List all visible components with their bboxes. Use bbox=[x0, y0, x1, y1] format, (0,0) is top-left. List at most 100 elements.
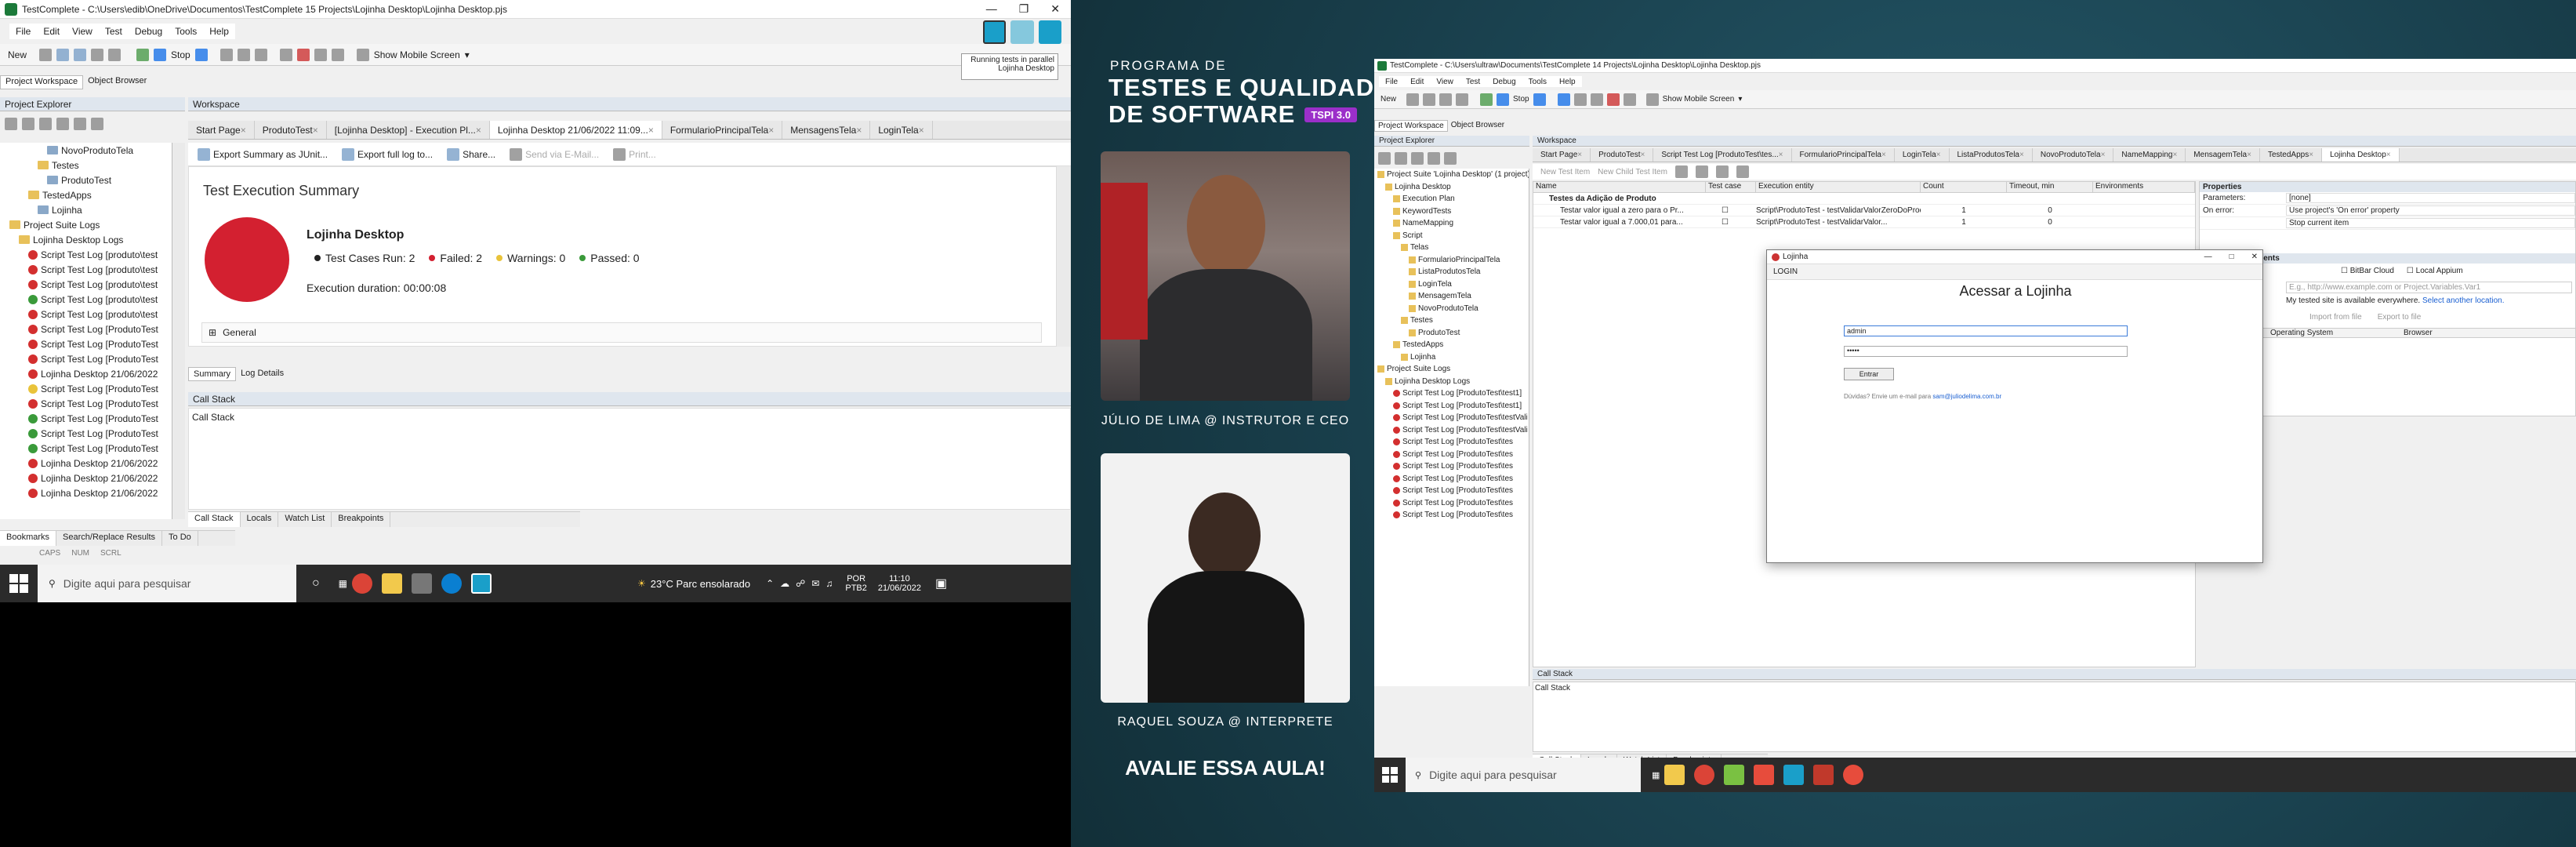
parallel-icon[interactable] bbox=[983, 20, 1007, 44]
tree-item[interactable]: Script Test Log [ProdutoTest bbox=[0, 396, 172, 411]
property-value[interactable]: Use project's 'On error' property bbox=[2286, 205, 2575, 216]
tree-item[interactable]: TestedApps bbox=[0, 187, 172, 202]
document-tab[interactable]: NovoProdutoTela × bbox=[2033, 148, 2114, 162]
tree-item[interactable]: Script Test Log [ProdutoTest\test1] bbox=[1374, 400, 1529, 413]
tree-item[interactable]: LoginTela bbox=[1374, 278, 1529, 291]
tree-item[interactable]: Lojinha Desktop 21/06/2022 bbox=[0, 366, 172, 381]
document-tab[interactable]: NameMapping × bbox=[2113, 148, 2186, 162]
stop-button[interactable]: Stop bbox=[1513, 95, 1529, 104]
document-tab[interactable]: MensagensTela × bbox=[782, 121, 871, 139]
close-tab-icon[interactable]: × bbox=[1779, 151, 1783, 159]
pause-icon[interactable] bbox=[220, 48, 233, 61]
tree-item[interactable]: TestedApps bbox=[1374, 339, 1529, 351]
tree-item[interactable]: Project Suite Logs bbox=[0, 217, 172, 232]
chrome-icon[interactable] bbox=[1694, 765, 1715, 785]
menu-item-tools[interactable]: Tools bbox=[169, 26, 203, 37]
grid-column-header[interactable]: Count bbox=[1921, 182, 2007, 192]
tree-item[interactable]: Script Test Log [produto\test bbox=[0, 307, 172, 322]
tree-item[interactable]: Lojinha Desktop 21/06/2022 bbox=[0, 485, 172, 500]
menu-item-file[interactable]: File bbox=[1379, 78, 1404, 86]
grid-column-header[interactable]: Environments bbox=[2093, 182, 2195, 192]
language[interactable]: POR PTB2 bbox=[845, 574, 867, 593]
menu-item-file[interactable]: File bbox=[9, 26, 37, 37]
tree-item[interactable]: Lojinha Desktop 21/06/2022 bbox=[0, 471, 172, 485]
up-icon[interactable] bbox=[56, 118, 69, 130]
document-tab[interactable]: Lojinha Desktop × bbox=[2322, 148, 2400, 162]
step-icon[interactable] bbox=[237, 48, 250, 61]
close-tab-icon[interactable]: × bbox=[2247, 151, 2251, 159]
close-tab-icon[interactable]: × bbox=[919, 125, 924, 136]
tree-scrollbar[interactable] bbox=[172, 143, 185, 519]
move-down-icon[interactable] bbox=[1695, 165, 1708, 178]
menu-item-edit[interactable]: Edit bbox=[37, 26, 66, 37]
up-icon[interactable] bbox=[1428, 152, 1440, 165]
calc-icon[interactable] bbox=[1590, 93, 1603, 106]
record-icon[interactable] bbox=[1533, 93, 1546, 106]
explorer-icon[interactable] bbox=[382, 573, 403, 594]
app-icon[interactable] bbox=[1754, 765, 1775, 785]
document-tab[interactable]: [Lojinha Desktop] - Execution Pl... × bbox=[327, 121, 490, 139]
chrome-icon[interactable] bbox=[352, 573, 373, 594]
add-icon[interactable] bbox=[5, 118, 17, 130]
tree-item[interactable]: Script Test Log [ProdutoTest bbox=[0, 441, 172, 456]
tree-item[interactable]: Lojinha Desktop Logs bbox=[0, 232, 172, 247]
tree-item[interactable]: Script Test Log [ProdutoTest\tes bbox=[1374, 436, 1529, 449]
edge-icon[interactable] bbox=[441, 573, 463, 594]
app-icon[interactable] bbox=[1813, 765, 1834, 785]
tree-item[interactable]: Script Test Log [ProdutoTest\testVali bbox=[1374, 412, 1529, 424]
maximize-icon[interactable]: ❐ bbox=[1019, 2, 1029, 16]
tab-object-browser[interactable]: Object Browser bbox=[83, 75, 151, 89]
share-button[interactable]: Share... bbox=[447, 147, 495, 161]
close-tab-icon[interactable]: × bbox=[1640, 151, 1645, 159]
document-tab[interactable]: FormularioPrincipalTela × bbox=[1792, 148, 1895, 162]
grid-row[interactable]: Testar valor igual a 7.000,01 para... ☐ Sc… bbox=[1533, 216, 2195, 228]
login-button[interactable]: Entrar bbox=[1844, 368, 1894, 380]
grid-column-header[interactable]: Test case bbox=[1706, 182, 1756, 192]
document-tab[interactable]: ProdutoTest × bbox=[255, 121, 327, 139]
tree-item[interactable]: ProdutoTest bbox=[0, 173, 172, 187]
tree-item[interactable]: MensagemTela bbox=[1374, 290, 1529, 303]
record-icon[interactable] bbox=[194, 48, 208, 61]
tree-item[interactable]: Script bbox=[1374, 230, 1529, 242]
save-icon[interactable] bbox=[56, 48, 70, 61]
menu-item-tools[interactable]: Tools bbox=[1522, 78, 1553, 86]
bug-icon[interactable] bbox=[1606, 93, 1620, 106]
app-icon[interactable] bbox=[1724, 765, 1745, 785]
add-icon[interactable] bbox=[1378, 152, 1391, 165]
stop-icon[interactable] bbox=[1497, 93, 1510, 106]
menu-item-debug[interactable]: Debug bbox=[1486, 78, 1522, 86]
tree-item[interactable]: Script Test Log [ProdutoTest bbox=[0, 351, 172, 366]
document-tab[interactable]: Lojinha Desktop 21/06/2022 11:09... × bbox=[489, 121, 662, 139]
app-icon[interactable] bbox=[412, 573, 433, 594]
notification-icon[interactable]: ▣ bbox=[935, 576, 947, 591]
username-input[interactable]: admin bbox=[1844, 325, 2128, 336]
close-tab-icon[interactable]: × bbox=[1881, 151, 1886, 159]
step-icon[interactable] bbox=[1573, 93, 1587, 106]
show-mobile-button[interactable]: Show Mobile Screen bbox=[1663, 95, 1735, 104]
windows-start-icon[interactable] bbox=[1382, 767, 1398, 783]
tree-item[interactable]: Testes bbox=[1374, 314, 1529, 327]
summary-scrollbar[interactable] bbox=[1057, 166, 1071, 347]
object-icon[interactable] bbox=[331, 48, 344, 61]
import-button[interactable]: Import from file bbox=[2309, 313, 2362, 322]
print-button[interactable]: Print... bbox=[613, 147, 656, 161]
open-icon[interactable] bbox=[39, 48, 53, 61]
test-case-checkbox[interactable]: ☐ bbox=[1706, 206, 1756, 215]
delete-icon[interactable] bbox=[39, 118, 52, 130]
property-value[interactable]: Stop current item bbox=[2286, 218, 2575, 228]
minimize-icon[interactable]: — bbox=[2204, 253, 2212, 261]
open-icon[interactable] bbox=[1406, 93, 1420, 106]
menu-item-help[interactable]: Help bbox=[1553, 78, 1582, 86]
mobile-icon[interactable] bbox=[1645, 93, 1659, 106]
menu-item-help[interactable]: Help bbox=[203, 26, 235, 37]
lojinha-icon[interactable] bbox=[1843, 765, 1864, 785]
tree-item[interactable]: Script Test Log [produto\test bbox=[0, 247, 172, 262]
close-icon[interactable]: ✕ bbox=[2251, 253, 2258, 261]
tree-item[interactable]: Lojinha Desktop 21/06/2022 bbox=[0, 456, 172, 471]
tab-log-details[interactable]: Log Details bbox=[236, 367, 288, 381]
send-email-button[interactable]: Send via E-Mail... bbox=[510, 147, 599, 161]
test-case-checkbox[interactable]: ☐ bbox=[1706, 218, 1756, 227]
minimize-icon[interactable]: — bbox=[986, 2, 997, 16]
general-section[interactable]: ⊞ General bbox=[201, 322, 1042, 343]
save-all-icon[interactable] bbox=[74, 48, 87, 61]
